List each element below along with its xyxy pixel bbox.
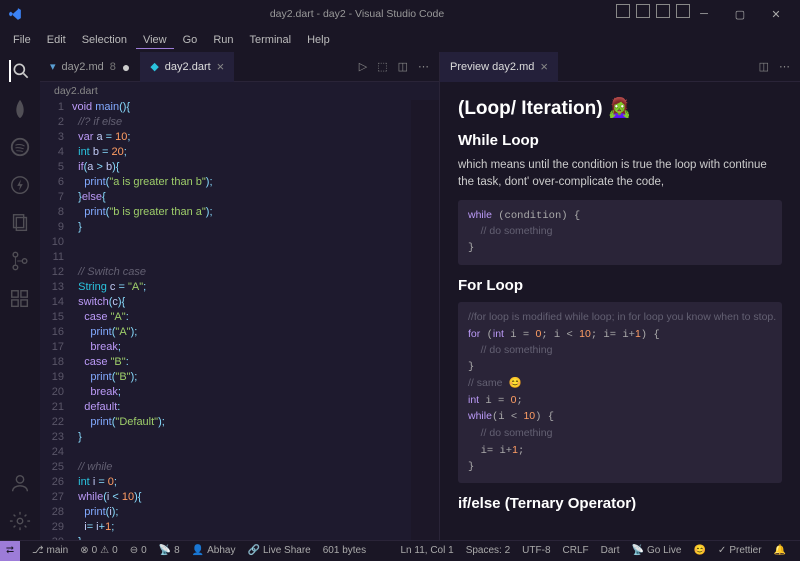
status-lang[interactable]: Dart: [595, 545, 626, 556]
status-bar: ⮂ ⎇ main ⊗0 ⚠0 ⊖0 📡8 👤 Abhay 🔗 Live Shar…: [0, 540, 800, 560]
status-spaces[interactable]: Spaces: 2: [460, 545, 516, 556]
split-editor-icon[interactable]: ◫: [398, 60, 408, 73]
code-editor[interactable]: 1234567891011121314151617181920212223242…: [40, 100, 439, 540]
status-feedback-icon[interactable]: 😊: [687, 545, 711, 556]
vscode-logo-icon: [8, 7, 22, 21]
spotify-icon[interactable]: [9, 136, 31, 158]
close-icon[interactable]: ×: [540, 59, 548, 74]
status-encoding[interactable]: UTF-8: [516, 545, 556, 556]
dirty-indicator-icon: ●: [122, 59, 130, 75]
more-icon[interactable]: ⋯: [779, 60, 790, 73]
account-icon[interactable]: [9, 472, 31, 494]
remote-indicator[interactable]: ⮂: [0, 541, 20, 561]
tab-day2-md[interactable]: ▾ day2.md 8 ●: [40, 52, 140, 82]
window-title: day2.dart - day2 - Visual Studio Code: [26, 8, 688, 20]
status-radio[interactable]: 📡8: [153, 545, 186, 556]
files-icon[interactable]: [9, 212, 31, 234]
menu-terminal[interactable]: Terminal: [243, 32, 299, 48]
activity-bar: [0, 52, 40, 540]
more-icon[interactable]: ⋯: [418, 60, 429, 73]
layout-sidebar-left-icon[interactable]: [616, 4, 630, 18]
markdown-preview[interactable]: (Loop/ Iteration) 🧟‍♀️ While Loop which …: [440, 82, 800, 540]
title-bar: day2.dart - day2 - Visual Studio Code ─ …: [0, 0, 800, 28]
status-problems[interactable]: ⊗0 ⚠0: [74, 545, 123, 556]
code-block-while: while (condition) { // do something }: [458, 200, 782, 265]
preview-h1: (Loop/ Iteration) 🧟‍♀️: [458, 96, 782, 120]
source-control-icon[interactable]: [9, 250, 31, 272]
maximize-button[interactable]: ▢: [724, 3, 756, 25]
code-block-for: //for loop is modified while loop; in fo…: [458, 302, 782, 484]
thunder-icon[interactable]: [9, 174, 31, 196]
layout-panel-icon[interactable]: [636, 4, 650, 18]
status-golive[interactable]: 📡 Go Live: [626, 545, 688, 556]
preview-h2-for: For Loop: [458, 277, 782, 294]
tab-preview[interactable]: Preview day2.md ×: [440, 52, 558, 82]
menu-selection[interactable]: Selection: [75, 32, 134, 48]
tab-bar-right: Preview day2.md × ◫ ⋯: [440, 52, 800, 82]
menu-file[interactable]: File: [6, 32, 38, 48]
menu-help[interactable]: Help: [300, 32, 337, 48]
layout-controls: [616, 4, 690, 18]
status-branch[interactable]: ⎇ main: [26, 545, 74, 556]
tab-bar-left: ▾ day2.md 8 ● ◆ day2.dart × ▷ ⬚ ◫ ⋯: [40, 52, 439, 82]
menu-view[interactable]: View: [136, 32, 174, 49]
breadcrumb[interactable]: day2.dart: [40, 82, 439, 100]
search-icon[interactable]: [9, 60, 31, 82]
status-lncol[interactable]: Ln 11, Col 1: [395, 545, 460, 556]
menu-bar: FileEditSelectionViewGoRunTerminalHelp: [0, 28, 800, 52]
menu-run[interactable]: Run: [206, 32, 240, 48]
close-icon[interactable]: ×: [217, 59, 225, 74]
status-bell-icon[interactable]: 🔔: [768, 545, 792, 556]
layout-sidebar-right-icon[interactable]: [656, 4, 670, 18]
status-prettier[interactable]: ✓ Prettier: [712, 545, 768, 556]
editor-group-left: ▾ day2.md 8 ● ◆ day2.dart × ▷ ⬚ ◫ ⋯ day2…: [40, 52, 440, 540]
editor-group-right: Preview day2.md × ◫ ⋯ (Loop/ Iteration) …: [440, 52, 800, 540]
preview-text: which means until the condition is true …: [458, 157, 782, 192]
status-bytes[interactable]: 601 bytes: [317, 545, 372, 556]
status-ports[interactable]: ⊖0: [124, 545, 153, 556]
extensions-icon[interactable]: [9, 288, 31, 310]
status-liveshare[interactable]: 🔗 Live Share: [241, 545, 316, 556]
menu-edit[interactable]: Edit: [40, 32, 73, 48]
menu-go[interactable]: Go: [176, 32, 205, 48]
tab-label: day2.md: [62, 61, 104, 73]
minimize-button[interactable]: ─: [688, 3, 720, 25]
debug-icon[interactable]: ⬚: [377, 60, 387, 73]
tab-badge: 8: [110, 61, 116, 73]
layout-full-icon[interactable]: [676, 4, 690, 18]
preview-h2-while: While Loop: [458, 132, 782, 149]
mongodb-icon[interactable]: [9, 98, 31, 120]
preview-h2-ifelse: if/else (Ternary Operator): [458, 495, 782, 512]
settings-gear-icon[interactable]: [9, 510, 31, 532]
tab-label: day2.dart: [165, 61, 211, 73]
status-eol[interactable]: CRLF: [557, 545, 595, 556]
status-user[interactable]: 👤 Abhay: [186, 545, 242, 556]
tab-day2-dart[interactable]: ◆ day2.dart ×: [140, 52, 234, 82]
run-icon[interactable]: ▷: [359, 60, 367, 73]
minimap[interactable]: [411, 100, 439, 540]
close-button[interactable]: ✕: [760, 3, 792, 25]
tab-label: Preview day2.md: [450, 61, 534, 73]
split-editor-icon[interactable]: ◫: [759, 60, 769, 73]
